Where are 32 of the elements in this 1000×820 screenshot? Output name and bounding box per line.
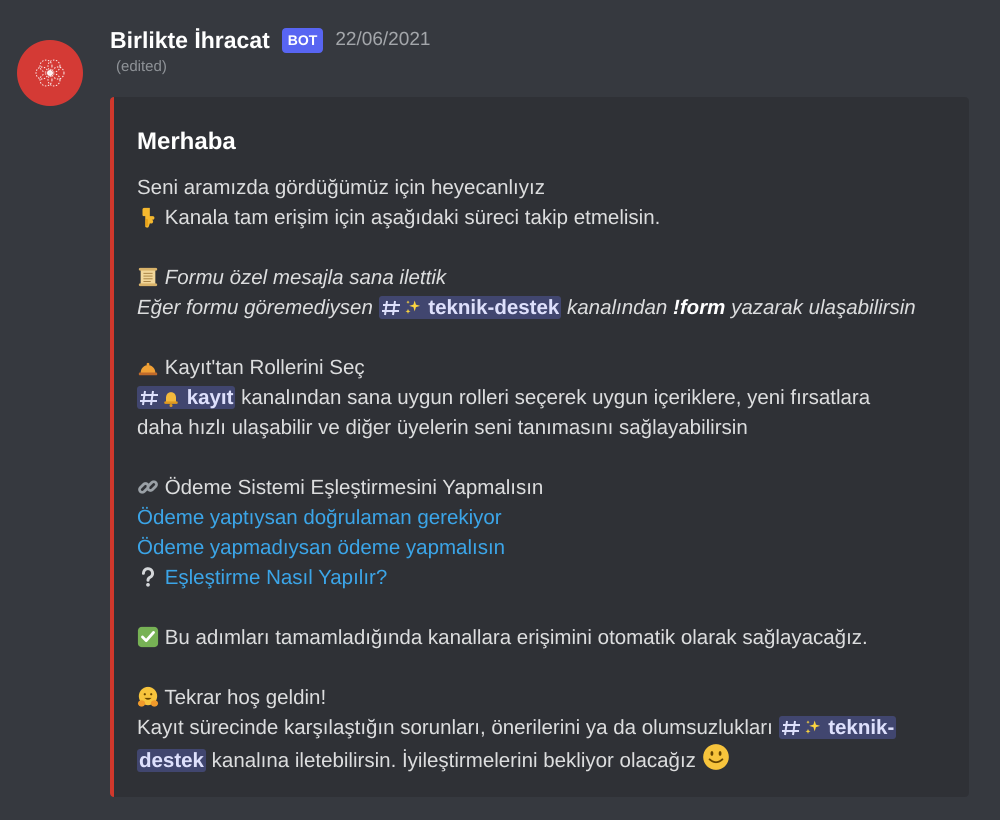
author-name[interactable]: Birlikte İhracat xyxy=(110,22,270,58)
message-text: kanalına iletebilirsin. İyileştirmelerini bekliyor olacağız xyxy=(212,749,696,772)
message-text: kanalından sana uygun rolleri seçerek uygun içeriklere, yeni fırsatlara xyxy=(241,386,870,409)
link[interactable]: Ödeme yaptıysan doğrulaman gerekiyor xyxy=(137,506,502,529)
message-text: Ödeme Sistemi Eşleştirmesini Yapmalısın xyxy=(164,476,544,499)
check-mark-icon xyxy=(137,626,159,648)
message-text: Seni aramızda gördüğümüz için heyecanlıyız xyxy=(137,176,545,199)
channel-mention[interactable]: destek xyxy=(137,749,206,772)
message-text: Eğer formu göremediysen xyxy=(137,296,373,319)
message-text: Kayıt sürecinde karşılaştığın sorunları, önerilerini ya da olumsuzlukları xyxy=(137,716,773,739)
channel-hash-icon xyxy=(139,389,161,407)
timestamp: 22/06/2021 xyxy=(335,28,430,52)
smiling-face-icon xyxy=(702,743,730,771)
edited-label: (edited) xyxy=(116,56,167,77)
hugging-face-icon xyxy=(137,686,159,708)
scroll-icon xyxy=(137,266,159,288)
message-text: Formu özel mesajla sana ilettik xyxy=(164,266,446,289)
bot-tag: BOT xyxy=(282,28,324,52)
message-text: Kanala tam erişim için aşağıdaki süreci takip etmelisin. xyxy=(164,206,660,229)
command-text: !form xyxy=(673,296,726,319)
message-text: Kayıt'tan Rollerini Seç xyxy=(164,356,365,379)
channel-hash-icon xyxy=(380,299,403,317)
message-text: daha hızlı ulaşabilir ve diğer üyelerin seni tanımasını sağlayabilirsin xyxy=(137,416,748,439)
avatar[interactable] xyxy=(17,40,83,106)
link[interactable]: Ödeme yapmadıysan ödeme yapmalısın xyxy=(137,536,506,559)
link[interactable]: Eşleştirme Nasıl Yapılır? xyxy=(164,566,388,589)
message-text: Bu adımları tamamladığında kanallara erişimini otomatik olarak sağlayacağız. xyxy=(164,626,868,649)
embed-title: Merhaba xyxy=(137,127,237,157)
message-text: Tekrar hoş geldin! xyxy=(164,686,326,709)
channel-hash-icon xyxy=(780,719,802,737)
message-text: yazarak ulaşabilirsin xyxy=(731,296,916,319)
message-text: kanalından xyxy=(567,296,668,319)
